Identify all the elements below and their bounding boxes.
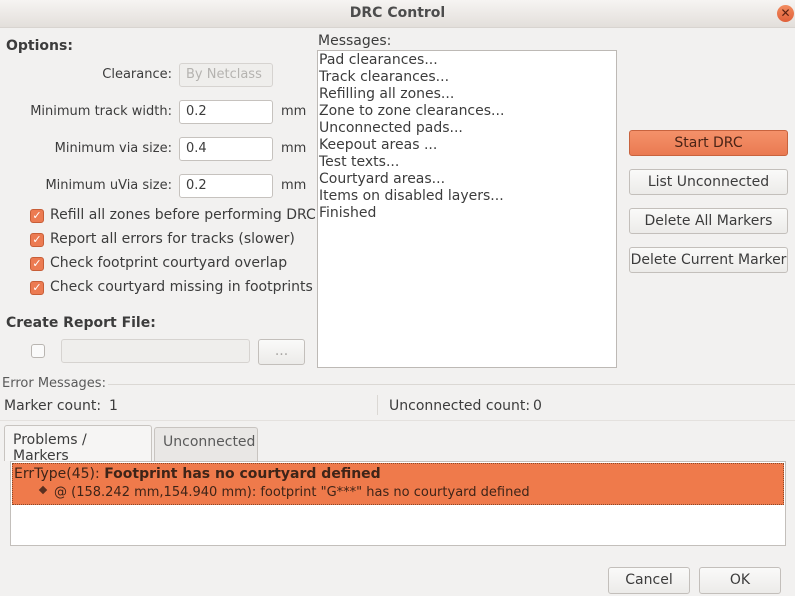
marker-err-title: Footprint has no courtyard defined [104,466,381,482]
courtyard-overlap-checkbox[interactable]: ✓ [30,257,44,271]
clearance-label: Clearance: [102,67,172,82]
message-line: Refilling all zones... [319,86,455,102]
error-messages-label: Error Messages: [2,376,106,391]
min-track-width-label: Minimum track width: [30,104,172,119]
message-line: Keepout areas ... [319,137,438,153]
messages-box[interactable]: Pad clearances... Track clearances... Re… [317,50,617,368]
marker-detail-row[interactable]: @ (158.242 mm,154.940 mm): footprint "G*… [54,485,530,500]
options-heading: Options: [6,38,73,54]
error-messages-divider [108,384,795,385]
messages-label: Messages: [318,33,392,49]
min-uvia-size-input[interactable]: 0.2 [179,174,273,198]
tab-unconnected[interactable]: Unconnected [154,427,258,461]
marker-item-selected[interactable]: ErrType(45): Footprint has no courtyard … [12,463,784,505]
bullet-icon [38,485,48,495]
window-title: DRC Control [349,5,446,21]
marker-count-label: Marker count: [4,398,102,414]
report-file-path-input [61,339,250,363]
markers-list[interactable]: ErrType(45): Footprint has no courtyard … [10,461,786,546]
refill-zones-checkbox[interactable]: ✓ [30,209,44,223]
close-icon[interactable]: ✕ [777,5,794,22]
cancel-button[interactable]: Cancel [608,567,690,594]
marker-error-row[interactable]: ErrType(45): Footprint has no courtyard … [14,466,381,482]
courtyard-missing-checkbox[interactable]: ✓ [30,281,44,295]
section-divider [0,420,795,421]
tab-problems-markers[interactable]: Problems / Markers [4,425,152,464]
min-via-size-label: Minimum via size: [54,141,172,156]
start-drc-button[interactable]: Start DRC [629,130,788,156]
min-via-size-unit: mm [281,141,307,156]
message-line: Courtyard areas... [319,171,446,187]
marker-err-type: ErrType(45): [14,466,105,482]
clearance-field: By Netclass [179,63,273,87]
min-uvia-size-unit: mm [281,178,307,193]
report-all-errors-label: Report all errors for tracks (slower) [50,231,295,247]
list-unconnected-button[interactable]: List Unconnected [629,169,788,195]
min-uvia-size-label: Minimum uVia size: [45,178,172,193]
marker-count-value: 1 [109,398,118,414]
message-line: Finished [319,205,377,221]
delete-all-markers-button[interactable]: Delete All Markers [629,208,788,234]
min-via-size-input[interactable]: 0.4 [179,137,273,161]
courtyard-missing-label: Check courtyard missing in footprints [50,279,313,295]
message-line: Unconnected pads... [319,120,463,136]
browse-button: ... [258,339,305,365]
message-line: Items on disabled layers... [319,188,504,204]
report-heading: Create Report File: [6,315,156,331]
unconnected-count-label: Unconnected count: [389,398,531,414]
refill-zones-label: Refill all zones before performing DRC [50,207,316,223]
min-track-width-input[interactable]: 0.2 [179,100,273,124]
report-file-checkbox[interactable] [31,344,45,358]
ok-button[interactable]: OK [699,567,781,594]
message-line: Test texts... [319,154,400,170]
unconnected-count-value: 0 [533,398,542,414]
message-line: Pad clearances... [319,52,438,68]
delete-current-marker-button[interactable]: Delete Current Marker [629,247,788,273]
message-line: Track clearances... [319,69,450,85]
min-track-width-unit: mm [281,104,307,119]
title-bar: DRC Control ✕ [0,0,795,28]
courtyard-overlap-label: Check footprint courtyard overlap [50,255,288,271]
count-divider [377,395,378,415]
message-line: Zone to zone clearances... [319,103,505,119]
report-all-errors-checkbox[interactable]: ✓ [30,233,44,247]
